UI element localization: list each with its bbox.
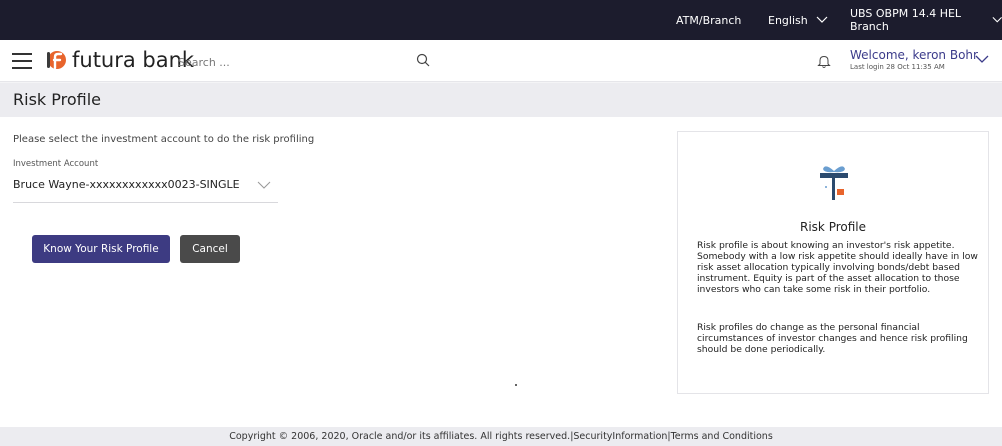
atm-branch-link[interactable]: ATM/Branch <box>676 0 741 40</box>
chevron-down-icon <box>257 181 271 189</box>
last-login-text: Last login 28 Oct 11:35 AM <box>850 63 945 71</box>
risk-profile-info-card: Risk Profile Risk profile is about knowi… <box>677 131 989 394</box>
branch-label: UBS OBPM 14.4 HEL Branch <box>850 7 962 33</box>
main-header: futura bank Welcome, keron Bohr Last log… <box>0 40 1002 82</box>
main-content: Please select the investment account to … <box>0 117 1002 427</box>
search-input[interactable] <box>178 51 428 73</box>
language-selector[interactable]: English <box>768 0 828 40</box>
hamburger-icon[interactable] <box>12 53 32 69</box>
page-title-bar: Risk Profile <box>0 83 1002 117</box>
footer: Copyright © 2006, 2020, Oracle and/or it… <box>0 427 1002 446</box>
futura-logo-icon <box>47 51 66 70</box>
info-card-title: Risk Profile <box>800 220 866 234</box>
gift-icon <box>820 166 848 200</box>
search-icon[interactable] <box>416 53 430 67</box>
language-label: English <box>768 13 808 27</box>
investment-account-label: Investment Account <box>13 159 99 169</box>
chevron-down-icon <box>992 17 1002 23</box>
user-menu[interactable]: Welcome, keron Bohr Last login 28 Oct 11… <box>850 48 978 71</box>
logo-text: futura bank <box>72 48 195 72</box>
top-utility-bar: ATM/Branch English UBS OBPM 14.4 HEL Bra… <box>0 0 1002 40</box>
bell-icon[interactable] <box>817 54 831 69</box>
footer-copyright: Copyright © 2006, 2020, Oracle and/or it… <box>229 431 773 442</box>
welcome-text: Welcome, keron Bohr <box>850 48 978 62</box>
investment-account-select[interactable]: Bruce Wayne-xxxxxxxxxxxx0023-SINGLE <box>13 175 278 203</box>
stray-dot <box>515 384 517 386</box>
investment-account-value: Bruce Wayne-xxxxxxxxxxxx0023-SINGLE <box>13 178 240 191</box>
know-your-risk-profile-button[interactable]: Know Your Risk Profile <box>32 235 170 263</box>
info-card-paragraph: Risk profile is about knowing an investo… <box>697 240 978 295</box>
chevron-down-icon[interactable] <box>975 55 989 64</box>
info-card-paragraph: Risk profiles do change as the personal … <box>697 322 968 355</box>
bank-logo[interactable]: futura bank <box>44 48 194 72</box>
page-title: Risk Profile <box>13 90 101 109</box>
atm-branch-label: ATM/Branch <box>676 13 742 27</box>
branch-selector[interactable]: UBS OBPM 14.4 HEL Branch <box>850 0 1002 40</box>
instruction-text: Please select the investment account to … <box>13 134 315 145</box>
cancel-button[interactable]: Cancel <box>180 235 240 263</box>
chevron-down-icon <box>816 16 828 23</box>
